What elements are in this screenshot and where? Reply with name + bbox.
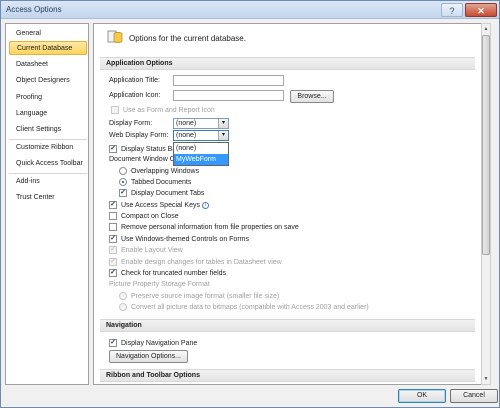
application-icon-input[interactable]: [173, 90, 284, 101]
check-truncated-number-fields-checkbox[interactable]: ✓ Check for truncated number fields: [109, 268, 226, 278]
checkbox-label: Display Document Tabs: [131, 189, 205, 197]
radio-label: Overlapping Windows: [131, 167, 200, 175]
title-bar: Access Options ? ✕: [1, 1, 499, 19]
checkbox-label: Use Access Special Keys: [121, 201, 200, 209]
radio-label: Preserve source image format (smaller fi…: [131, 292, 280, 300]
radio-label: Tabbed Documents: [131, 178, 192, 186]
convert-to-bitmaps-radio[interactable]: Convert all picture data to bitmaps (com…: [119, 302, 369, 312]
scroll-thumb[interactable]: [482, 35, 490, 255]
remove-personal-info-checkbox[interactable]: Remove personal information from file pr…: [109, 222, 299, 232]
section-header-navigation: Navigation: [100, 319, 475, 332]
overlapping-windows-radio[interactable]: Overlapping Windows: [119, 166, 199, 176]
application-title-label: Application Title:: [109, 77, 160, 84]
window-title: Access Options: [6, 5, 62, 14]
checkbox-box: ✓: [109, 339, 117, 347]
display-document-tabs-checkbox[interactable]: ✓ Display Document Tabs: [119, 188, 204, 198]
checkbox-label: Compact on Close: [121, 212, 179, 220]
dropdown-option-none[interactable]: (none): [174, 143, 228, 154]
checkbox-box: ✓: [109, 201, 117, 209]
use-as-form-icon-checkbox[interactable]: Use as Form and Report Icon: [111, 105, 215, 115]
checkbox-box: [109, 223, 117, 231]
checkbox-label: Enable Layout View: [121, 246, 183, 254]
sidebar-item-general[interactable]: General: [9, 27, 87, 41]
main-scrollbar[interactable]: ▲ ▼: [481, 23, 491, 385]
checkbox-box: [109, 212, 117, 220]
web-display-form-label: Web Display Form:: [109, 132, 169, 139]
application-title-input[interactable]: [173, 75, 284, 86]
checkbox-box: ✓: [109, 269, 117, 277]
display-status-bar-checkbox[interactable]: ✓ Display Status Ba: [109, 144, 176, 154]
options-main-pane: Options for the current database. Applic…: [93, 23, 491, 385]
preserve-source-format-radio[interactable]: Preserve source image format (smaller fi…: [119, 291, 279, 301]
display-form-label: Display Form:: [109, 120, 153, 127]
sidebar-divider: [9, 139, 87, 140]
checkbox-label: Display Status Ba: [121, 145, 177, 153]
checkbox-label: Use Windows-themed Controls on Forms: [121, 235, 249, 243]
checkbox-box: ✓: [119, 189, 127, 197]
sidebar-item-proofing[interactable]: Proofing: [9, 91, 87, 105]
radio-label: Convert all picture data to bitmaps (com…: [131, 303, 369, 311]
sidebar-item-trust-center[interactable]: Trust Center: [9, 191, 87, 205]
sidebar-item-customize-ribbon[interactable]: Customize Ribbon: [9, 141, 87, 155]
use-windows-themed-controls-checkbox[interactable]: ✓ Use Windows-themed Controls on Forms: [109, 234, 249, 244]
checkbox-box: ✓: [109, 235, 117, 243]
compact-on-close-checkbox[interactable]: Compact on Close: [109, 211, 179, 221]
chevron-down-icon[interactable]: ▾: [218, 119, 228, 128]
help-icon[interactable]: ?: [441, 3, 463, 17]
chevron-down-icon[interactable]: ▾: [218, 131, 228, 140]
scroll-up-arrow-icon[interactable]: ▲: [482, 24, 490, 34]
options-sidebar: General Current Database Datasheet Objec…: [5, 23, 89, 385]
checkbox-box: ✓: [109, 145, 117, 153]
web-display-form-value: (none): [176, 132, 197, 139]
browse-button[interactable]: Browse...: [290, 90, 334, 103]
checkbox-label: Check for truncated number fields: [121, 269, 227, 277]
ok-button[interactable]: OK: [398, 389, 446, 403]
access-options-dialog: Access Options ? ✕ General Current Datab…: [0, 0, 500, 408]
checkbox-box: ✓: [109, 258, 117, 266]
dropdown-option-mywebform[interactable]: MyWebForm: [174, 154, 228, 165]
sidebar-item-quick-access-toolbar[interactable]: Quick Access Toolbar: [9, 157, 87, 171]
use-access-special-keys-checkbox[interactable]: ✓ Use Access Special Keys i: [109, 200, 209, 210]
sidebar-item-add-ins[interactable]: Add-ins: [9, 175, 87, 189]
section-header-application-options: Application Options: [100, 57, 475, 70]
enable-layout-view-checkbox[interactable]: ✓ Enable Layout View: [109, 245, 183, 255]
checkbox-box: ✓: [109, 246, 117, 254]
sidebar-item-current-database[interactable]: Current Database: [9, 41, 87, 55]
cancel-button[interactable]: Cancel: [450, 389, 498, 403]
document-window-options-label: Document Window O: [109, 156, 176, 163]
scroll-down-arrow-icon[interactable]: ▼: [482, 374, 490, 384]
display-form-value: (none): [176, 120, 197, 127]
sidebar-divider: [9, 173, 87, 174]
radio-circle: [119, 167, 127, 175]
display-navigation-pane-checkbox[interactable]: ✓ Display Navigation Pane: [109, 338, 197, 348]
enable-design-changes-checkbox[interactable]: ✓ Enable design changes for tables in Da…: [109, 257, 282, 267]
checkbox-label: Enable design changes for tables in Data…: [121, 258, 282, 266]
checkbox-label: Remove personal information from file pr…: [121, 223, 299, 231]
page-title: Options for the current database.: [129, 34, 246, 43]
radio-circle: [119, 303, 127, 311]
sidebar-item-client-settings[interactable]: Client Settings: [9, 123, 87, 137]
database-icon: [107, 30, 123, 43]
application-icon-label: Application Icon:: [109, 92, 161, 99]
close-icon[interactable]: ✕: [465, 3, 497, 17]
tabbed-documents-radio[interactable]: Tabbed Documents: [119, 177, 191, 187]
sidebar-item-datasheet[interactable]: Datasheet: [9, 58, 87, 72]
section-header-ribbon-toolbar: Ribbon and Toolbar Options: [100, 369, 475, 382]
radio-circle: [119, 178, 127, 186]
sidebar-item-object-designers[interactable]: Object Designers: [9, 74, 87, 88]
radio-circle: [119, 292, 127, 300]
web-display-form-select[interactable]: (none) ▾: [173, 130, 229, 141]
display-form-select[interactable]: (none) ▾: [173, 118, 229, 129]
info-icon[interactable]: i: [201, 201, 209, 209]
web-display-form-dropdown: (none) MyWebForm: [173, 142, 229, 166]
checkbox-label: Use as Form and Report Icon: [123, 106, 215, 114]
checkbox-label: Display Navigation Pane: [121, 339, 198, 347]
navigation-options-button[interactable]: Navigation Options...: [109, 350, 188, 363]
sidebar-item-language[interactable]: Language: [9, 107, 87, 121]
checkbox-box: [111, 106, 119, 114]
picture-storage-format-label: Picture Property Storage Format: [109, 281, 210, 288]
